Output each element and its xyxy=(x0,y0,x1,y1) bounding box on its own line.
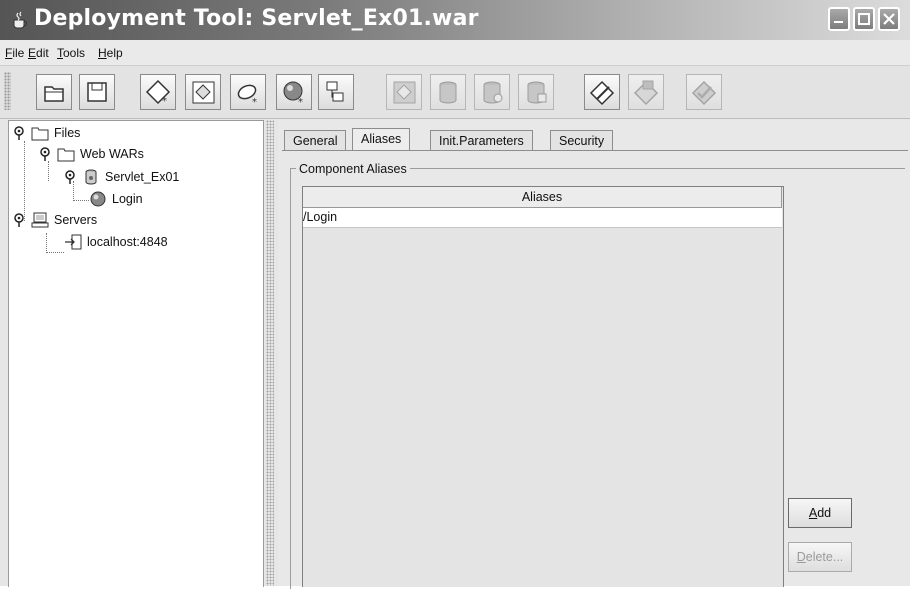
folder-icon xyxy=(31,127,49,141)
edit-button[interactable] xyxy=(584,74,620,110)
toolbar: * * * xyxy=(0,66,910,119)
new-ejb-button[interactable]: * xyxy=(230,74,266,110)
war-archive-icon xyxy=(85,169,97,185)
delete-button-label: Delete... xyxy=(796,550,844,564)
close-icon xyxy=(883,13,895,25)
tree-label-servlet: Servlet_Ex01 xyxy=(105,170,180,184)
inspector-panel: General Aliases Init.Parameters Security… xyxy=(278,120,910,589)
toolbar-grip[interactable] xyxy=(4,72,11,110)
minimize-icon xyxy=(834,21,843,23)
split-pane-divider[interactable] xyxy=(266,120,274,586)
deploy-module-button[interactable] xyxy=(386,74,422,110)
menu-help[interactable]: Help xyxy=(98,46,123,60)
expand-pin-icon[interactable] xyxy=(64,170,76,184)
edit-icon xyxy=(589,80,615,106)
checkmark-button[interactable] xyxy=(686,74,722,110)
verify-icon xyxy=(633,80,659,106)
project-tree: Files Web WARs Servlet_Ex01 Login Server… xyxy=(8,120,264,587)
menu-tools[interactable]: Tools xyxy=(57,46,85,60)
group-label: Component Aliases xyxy=(296,162,410,176)
svg-text:*: * xyxy=(252,97,257,107)
database-icon xyxy=(439,81,457,104)
add-button-label: Add xyxy=(808,506,832,520)
web-component-globe-icon xyxy=(90,191,106,207)
delete-button[interactable]: Delete... xyxy=(788,542,852,572)
menu-file[interactable]: File xyxy=(5,46,24,60)
server-connect-icon xyxy=(65,234,82,250)
tree-node-localhost[interactable]: localhost:4848 xyxy=(64,234,168,250)
deployment-tool-window: Deployment Tool: Servlet_Ex01.war File E… xyxy=(0,0,910,589)
minimize-button[interactable] xyxy=(828,7,850,31)
tree-label-login: Login xyxy=(112,192,143,206)
checkmark-icon xyxy=(691,80,717,106)
open-button[interactable] xyxy=(36,74,72,110)
folder-icon xyxy=(57,148,75,162)
save-icon xyxy=(87,82,107,102)
tab-general[interactable]: General xyxy=(284,130,347,150)
database-config-button[interactable] xyxy=(518,74,554,110)
tree-label-servers: Servers xyxy=(54,213,98,227)
svg-text:*: * xyxy=(162,96,167,107)
new-web-service-icon: * xyxy=(283,81,303,107)
server-computer-icon xyxy=(31,212,49,228)
tree-node-servers[interactable]: Servers xyxy=(13,212,97,228)
tree-label-localhost: localhost:4848 xyxy=(87,235,168,249)
new-connector-icon xyxy=(326,81,344,102)
new-application-button[interactable]: * xyxy=(140,74,176,110)
expand-pin-icon[interactable] xyxy=(39,147,51,161)
tree-node-files[interactable]: Files xyxy=(13,125,80,141)
tree-node-login[interactable]: Login xyxy=(89,191,143,207)
tree-label-web-wars: Web WARs xyxy=(80,147,144,161)
menu-bar: File Edit Tools Help xyxy=(0,40,910,66)
maximize-button[interactable] xyxy=(853,7,875,31)
new-ejb-icon: * xyxy=(237,84,257,107)
aliases-table[interactable]: Aliases /Login xyxy=(302,186,784,587)
expand-pin-icon[interactable] xyxy=(13,213,25,227)
open-file-icon xyxy=(44,86,64,102)
add-button[interactable]: Add xyxy=(788,498,852,528)
database-add-icon xyxy=(483,81,503,104)
tab-init-parameters[interactable]: Init.Parameters xyxy=(430,130,533,150)
database-config-icon xyxy=(527,81,547,104)
menu-edit[interactable]: Edit xyxy=(28,46,49,60)
new-web-component-icon xyxy=(192,81,215,104)
new-web-component-button[interactable] xyxy=(185,74,221,110)
java-cup-icon xyxy=(13,11,27,29)
tree-node-servlet[interactable]: Servlet_Ex01 xyxy=(64,169,179,185)
tree-node-web-wars[interactable]: Web WARs xyxy=(39,146,144,162)
database-button[interactable] xyxy=(430,74,466,110)
table-row[interactable]: /Login xyxy=(303,208,782,228)
table-column-header[interactable]: Aliases xyxy=(303,187,782,208)
tree-label-files: Files xyxy=(54,126,81,140)
title-bar[interactable]: Deployment Tool: Servlet_Ex01.war xyxy=(0,0,910,40)
window-title: Deployment Tool: Servlet_Ex01.war xyxy=(34,6,479,31)
new-connector-button[interactable] xyxy=(318,74,354,110)
new-web-service-button[interactable]: * xyxy=(276,74,312,110)
save-button[interactable] xyxy=(79,74,115,110)
new-application-icon: * xyxy=(145,79,171,107)
deploy-module-icon xyxy=(393,81,416,104)
verify-button[interactable] xyxy=(628,74,664,110)
tab-security[interactable]: Security xyxy=(550,130,614,150)
close-button[interactable] xyxy=(878,7,900,31)
tab-aliases[interactable]: Aliases xyxy=(352,128,411,150)
maximize-icon xyxy=(858,13,870,25)
svg-text:*: * xyxy=(298,97,303,107)
database-add-button[interactable] xyxy=(474,74,510,110)
expand-pin-icon[interactable] xyxy=(13,126,25,140)
